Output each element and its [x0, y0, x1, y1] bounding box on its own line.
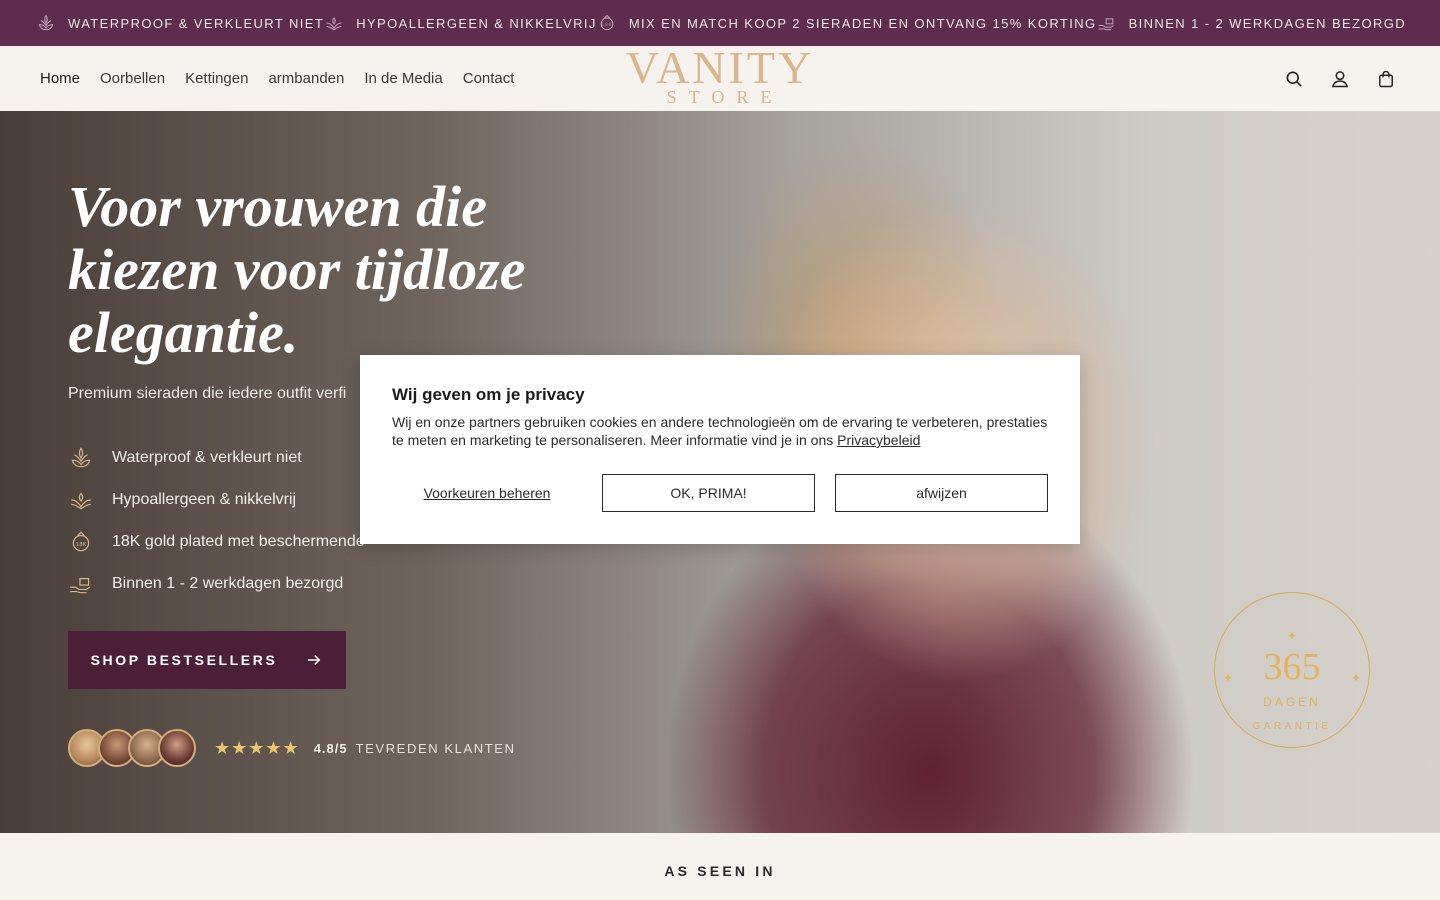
announcement-text: HYPOALLERGEEN & NIKKELVRIJ	[356, 15, 597, 31]
hero-title: Voor vrouwen die kiezen voor tijdloze el…	[68, 174, 526, 365]
announcement-bar: WATERPROOF & VERKLEURT NIET HYPOALLERGEE…	[0, 0, 1440, 46]
nav-item-in-de-media[interactable]: In de Media	[364, 70, 442, 87]
rating-value: 4.8/5	[313, 740, 348, 756]
as-seen-in-title: AS SEEN IN	[664, 863, 776, 879]
feature-item: 18K 18K gold plated met beschermende	[68, 521, 365, 563]
announcement-mix-match: 18K MIX EN MATCH KOOP 2 SIERADEN EN ONTV…	[597, 13, 1097, 33]
lotus-hands-icon	[326, 17, 342, 31]
announcement-text: WATERPROOF & VERKLEURT NIET	[68, 15, 325, 31]
bag-icon[interactable]	[1376, 69, 1396, 89]
guarantee-number: 365	[1263, 646, 1321, 688]
as-seen-in-section: AS SEEN IN	[0, 833, 1440, 900]
reject-cookies-button[interactable]: afwijzen	[835, 474, 1048, 512]
account-icon[interactable]	[1330, 69, 1350, 89]
shop-bestsellers-button[interactable]: SHOP BESTSELLERS	[68, 631, 346, 689]
guarantee-days: DAGEN	[1263, 695, 1321, 709]
hero-subtitle: Premium sieraden die iedere outfit verfi	[68, 385, 347, 402]
cookie-consent-dialog: Wij geven om je privacy Wij en onze part…	[360, 355, 1080, 544]
delivery-hand-icon	[70, 577, 90, 594]
feature-item: Hypoallergeen & nikkelvrij	[68, 479, 365, 521]
cookie-text: Wij en onze partners gebruiken cookies e…	[392, 413, 1048, 449]
header-icons	[1284, 46, 1396, 111]
avatar	[158, 729, 196, 767]
nav-item-contact[interactable]: Contact	[463, 70, 515, 87]
logo-wordmark: VANITY	[625, 42, 815, 93]
cookie-body: Wij en onze partners gebruiken cookies e…	[392, 414, 1048, 448]
announcement-hypoallergenic: HYPOALLERGEEN & NIKKELVRIJ	[324, 13, 597, 33]
nav-item-kettingen[interactable]: Kettingen	[185, 70, 248, 87]
feature-text: 18K gold plated met beschermende	[112, 533, 365, 550]
feature-text: Hypoallergeen & nikkelvrij	[112, 491, 297, 508]
announcement-delivery: BINNEN 1 - 2 WERKDAGEN BEZORGD	[1097, 13, 1406, 33]
lotus-icon	[71, 447, 91, 468]
feature-item: Binnen 1 - 2 werkdagen bezorgd	[68, 563, 365, 605]
feature-list: Waterproof & verkleurt niet Hypoallergee…	[68, 437, 365, 605]
manage-preferences-button[interactable]: Voorkeuren beheren	[392, 485, 582, 501]
feature-text: Binnen 1 - 2 werkdagen bezorgd	[112, 575, 344, 592]
main-nav: Home Oorbellen Kettingen armbanden In de…	[40, 46, 514, 111]
guarantee-label: GARANTIE	[1252, 721, 1332, 732]
delivery-hand-icon	[1098, 18, 1114, 31]
feature-text: Waterproof & verkleurt niet	[112, 449, 302, 466]
search-icon[interactable]	[1284, 69, 1304, 89]
cta-label: SHOP BESTSELLERS	[90, 652, 278, 668]
announcement-text: MIX EN MATCH KOOP 2 SIERADEN EN ONTVANG …	[628, 15, 1097, 31]
avatar-group	[68, 729, 196, 767]
announcement-text: BINNEN 1 - 2 WERKDAGEN BEZORGD	[1128, 15, 1407, 31]
cookie-title: Wij geven om je privacy	[392, 385, 585, 404]
cookie-actions: Voorkeuren beheren OK, PRIMA! afwijzen	[392, 474, 1048, 512]
guarantee-badge: ✦ ✦ ✦ 365 DAGEN GARANTIE	[1214, 592, 1370, 748]
arrow-right-icon	[308, 654, 321, 666]
rating-stars: ★★★★★	[214, 737, 300, 758]
announcement-waterproof: WATERPROOF & VERKLEURT NIET	[36, 13, 324, 33]
svg-text:18K: 18K	[76, 542, 87, 548]
sparkle-icon: ✦	[1287, 629, 1298, 643]
rating-label: TEVREDEN KLANTEN	[355, 740, 516, 756]
lotus-icon	[38, 14, 54, 31]
svg-text:18K: 18K	[601, 22, 613, 27]
lotus-hands-icon	[71, 492, 91, 510]
feature-item: Waterproof & verkleurt niet	[68, 437, 365, 479]
gold-badge-icon: 18K	[600, 14, 614, 31]
nav-item-oorbellen[interactable]: Oorbellen	[100, 70, 165, 87]
site-header: Home Oorbellen Kettingen armbanden In de…	[0, 42, 1440, 111]
privacy-policy-link[interactable]: Privacybeleid	[837, 432, 920, 448]
accept-cookies-button[interactable]: OK, PRIMA!	[602, 474, 815, 512]
gold-badge-icon: 18K	[72, 531, 90, 552]
nav-item-armbanden[interactable]: armbanden	[268, 70, 344, 87]
store-logo[interactable]: VANITY STORE	[612, 42, 828, 108]
nav-item-home[interactable]: Home	[40, 70, 80, 87]
customer-reviews: ★★★★★ 4.8/5 TEVREDEN KLANTEN	[68, 729, 516, 767]
